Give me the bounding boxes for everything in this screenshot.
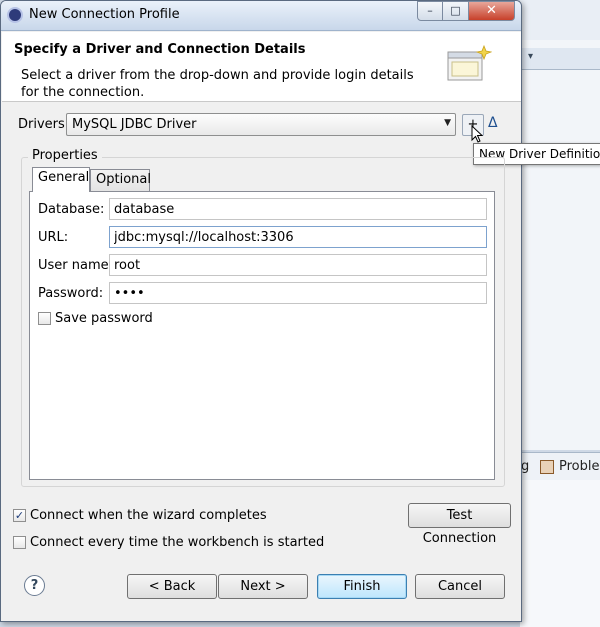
problems-icon <box>540 460 554 474</box>
save-password-checkbox[interactable] <box>38 312 51 325</box>
connect-every-time-label[interactable]: Connect every time the workbench is star… <box>30 535 324 550</box>
password-field[interactable] <box>109 282 487 304</box>
minimize-button[interactable]: – <box>417 1 443 21</box>
next-button[interactable]: Next > <box>218 574 308 599</box>
database-field[interactable] <box>109 198 487 220</box>
url-label: URL: <box>38 230 69 245</box>
tab-optional[interactable]: Optional <box>90 169 151 192</box>
wizard-banner: Specify a Driver and Connection Details … <box>2 32 521 102</box>
title-bar[interactable]: New Connection Profile – □ ✕ <box>1 1 521 31</box>
mouse-cursor-icon <box>471 125 483 143</box>
back-button[interactable]: < Back <box>127 574 217 599</box>
save-password-label[interactable]: Save password <box>55 311 153 326</box>
chevron-down-icon: ▼ <box>444 118 451 128</box>
properties-legend: Properties <box>28 148 102 163</box>
username-field[interactable] <box>109 254 487 276</box>
new-connection-profile-dialog: New Connection Profile – □ ✕ Specify a D… <box>0 0 600 622</box>
background-view <box>520 40 600 450</box>
eclipse-app-icon <box>7 7 23 23</box>
finish-button[interactable]: Finish <box>317 574 407 599</box>
banner-title: Specify a Driver and Connection Details <box>14 42 306 57</box>
database-label: Database: <box>38 202 105 217</box>
banner-description: Select a driver from the drop-down and p… <box>21 68 414 100</box>
drivers-label: Drivers: <box>18 117 70 132</box>
window-title: New Connection Profile <box>29 7 180 22</box>
test-connection-button[interactable]: Test Connection <box>408 503 511 546</box>
cancel-button[interactable]: Cancel <box>415 574 505 599</box>
wizard-banner-icon <box>447 44 492 81</box>
tab-general[interactable]: General <box>32 167 90 192</box>
background-toolbar <box>520 0 600 40</box>
edit-driver-definition-icon[interactable]: Δ <box>488 115 502 133</box>
drivers-dropdown[interactable]: MySQL JDBC Driver ▼ <box>66 113 456 136</box>
background-lower-panel <box>520 480 600 627</box>
background-problems-tab[interactable]: Problems <box>559 459 600 474</box>
drivers-selected-value: MySQL JDBC Driver <box>72 117 197 132</box>
url-field[interactable] <box>109 226 487 248</box>
username-label: User name: <box>38 258 114 273</box>
connect-on-complete-checkbox[interactable]: ✓ <box>13 509 26 522</box>
maximize-button[interactable]: □ <box>442 1 469 21</box>
view-menu-chevron-icon[interactable]: ▾ <box>528 51 533 62</box>
connect-on-complete-label[interactable]: Connect when the wizard completes <box>30 508 267 523</box>
help-icon[interactable]: ? <box>24 575 45 596</box>
password-label: Password: <box>38 286 104 301</box>
background-tab-fragment[interactable]: g <box>521 459 529 474</box>
connect-every-time-checkbox[interactable] <box>13 536 26 549</box>
close-button[interactable]: ✕ <box>468 1 515 21</box>
